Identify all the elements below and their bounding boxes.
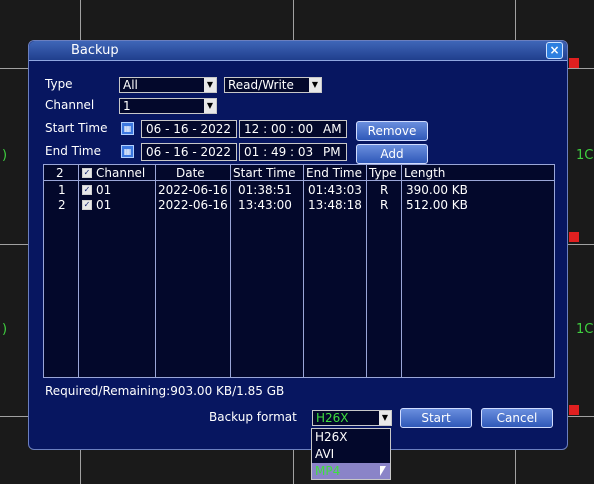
row-date: 2022-06-16 (158, 198, 228, 212)
format-option-mp4[interactable]: MP4 (312, 463, 390, 479)
channel-label: Channel (45, 98, 95, 112)
remove-button[interactable]: Remove (356, 121, 428, 141)
end-time-label: End Time (45, 144, 101, 158)
channel-edge-left: ) (2, 322, 8, 337)
row-type: R (380, 198, 389, 212)
required-remaining-text: Required/Remaining:903.00 KB/1.85 GB (45, 384, 285, 398)
record-marker (569, 232, 579, 242)
start-button[interactable]: Start (400, 408, 472, 428)
type-select-value: All (123, 78, 138, 92)
end-date-field[interactable]: 06 - 16 - 2022 (141, 143, 237, 161)
col-header-channel: Channel (96, 166, 146, 180)
channel-edge-right: 1C (576, 148, 594, 163)
cancel-button[interactable]: Cancel (481, 408, 553, 428)
col-header-date: Date (176, 166, 205, 180)
chevron-down-icon: ▼ (309, 78, 321, 92)
row-length: 512.00 KB (406, 198, 468, 212)
row-length: 390.00 KB (406, 183, 468, 197)
dialog-title: Backup (71, 43, 119, 58)
start-time-label: Start Time (45, 121, 108, 135)
row-end-time: 01:43:03 (308, 183, 362, 197)
col-header-length: Length (404, 166, 446, 180)
backup-format-dropdown: H26X AVI MP4 (311, 428, 391, 480)
mouse-cursor-icon (380, 466, 386, 476)
title-bar: Backup × (29, 41, 567, 61)
chevron-down-icon: ▼ (379, 411, 391, 425)
row-channel: 01 (96, 183, 112, 197)
read-write-select[interactable]: Read/Write ▼ (224, 77, 322, 93)
row-end-time: 13:48:18 (308, 198, 362, 212)
end-ampm: PM (322, 145, 341, 159)
close-button[interactable]: × (546, 42, 563, 59)
row-checkbox[interactable]: ✓ (82, 185, 92, 195)
type-label: Type (45, 77, 73, 91)
start-date-field[interactable]: 06 - 16 - 2022 (141, 120, 237, 138)
start-time-field[interactable]: 12 : 00 : 00 AM (239, 120, 347, 138)
col-header-start-time: Start Time (233, 166, 296, 180)
row-checkbox[interactable]: ✓ (82, 200, 92, 210)
col-header-type: Type (369, 166, 397, 180)
row-date: 2022-06-16 (158, 183, 228, 197)
start-time-value: 12 : 00 : 00 (244, 122, 314, 136)
format-option-h26x[interactable]: H26X (312, 429, 390, 445)
row-start-time: 01:38:51 (238, 183, 292, 197)
backup-dialog: Backup × Type All ▼ Read/Write ▼ Channel… (28, 40, 568, 450)
channel-select[interactable]: 1 ▼ (119, 98, 217, 114)
channel-edge-right: 1C (576, 322, 594, 337)
read-write-value: Read/Write (228, 78, 294, 92)
channel-edge-left: ) (2, 148, 8, 163)
file-table: 2 ✓ Channel Date Start Time End Time Typ… (43, 164, 555, 378)
chevron-down-icon: ▼ (204, 78, 216, 92)
row-type: R (380, 183, 389, 197)
record-marker (569, 405, 579, 415)
select-all-checkbox[interactable]: ✓ (82, 168, 92, 178)
backup-format-select[interactable]: H26X ▼ (312, 410, 392, 426)
backup-format-value: H26X (316, 411, 349, 425)
calendar-icon[interactable]: ▦ (121, 122, 134, 135)
start-ampm: AM (322, 122, 342, 136)
end-time-value: 01 : 49 : 03 (244, 145, 314, 159)
row-number: 2 (58, 198, 66, 212)
col-header-end-time: End Time (306, 166, 362, 180)
type-select[interactable]: All ▼ (119, 77, 217, 93)
row-channel: 01 (96, 198, 112, 212)
record-marker (569, 58, 579, 68)
channel-select-value: 1 (123, 99, 131, 113)
backup-format-label: Backup format (209, 410, 297, 424)
file-count: 2 (56, 166, 64, 180)
chevron-down-icon: ▼ (204, 99, 216, 113)
end-time-field[interactable]: 01 : 49 : 03 PM (239, 143, 347, 161)
calendar-icon[interactable]: ▦ (121, 145, 134, 158)
add-button[interactable]: Add (356, 144, 428, 164)
format-option-avi[interactable]: AVI (312, 446, 390, 462)
row-number: 1 (58, 183, 66, 197)
row-start-time: 13:43:00 (238, 198, 292, 212)
